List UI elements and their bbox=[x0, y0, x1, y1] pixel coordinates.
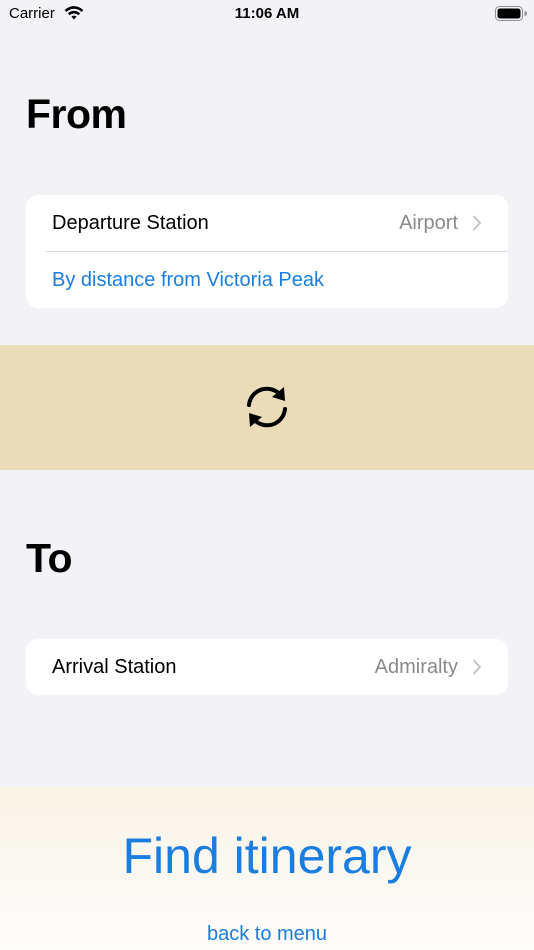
to-title: To bbox=[26, 535, 73, 581]
back-to-menu-link[interactable]: back to menu bbox=[0, 923, 534, 946]
swap-icon[interactable] bbox=[243, 383, 291, 431]
from-title: From bbox=[26, 91, 127, 137]
find-itinerary-button[interactable]: Find itinerary bbox=[0, 827, 534, 885]
arrival-station-label: Arrival Station bbox=[52, 655, 177, 678]
departure-station-label: Departure Station bbox=[52, 211, 209, 234]
chevron-right-icon bbox=[473, 215, 481, 231]
departure-station-row[interactable]: Departure Station Airport bbox=[26, 195, 508, 251]
departure-station-value: Airport bbox=[399, 211, 458, 234]
status-bar: Carrier 11:06 AM bbox=[0, 0, 534, 30]
distance-link[interactable]: By distance from Victoria Peak bbox=[26, 252, 508, 308]
arrival-station-row[interactable]: Arrival Station Admiralty bbox=[26, 639, 508, 695]
arrival-station-value: Admiralty bbox=[374, 655, 458, 678]
battery-icon bbox=[495, 6, 527, 21]
swap-band bbox=[0, 345, 534, 470]
chevron-right-icon bbox=[473, 659, 481, 675]
clock: 11:06 AM bbox=[234, 5, 300, 22]
departure-card: Departure Station Airport By distance fr… bbox=[26, 195, 508, 308]
arrival-card: Arrival Station Admiralty bbox=[26, 639, 508, 695]
bottom-actions: Find itinerary back to menu bbox=[0, 787, 534, 950]
